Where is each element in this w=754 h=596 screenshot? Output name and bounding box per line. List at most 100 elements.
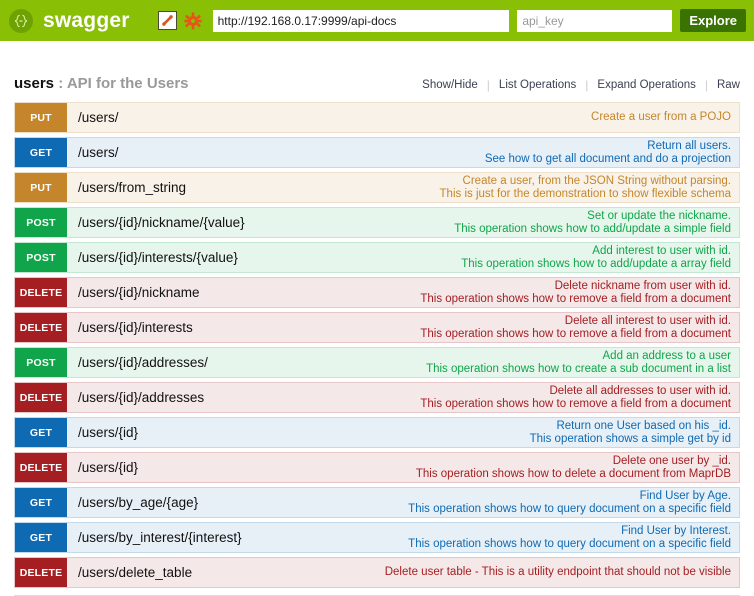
operation-row[interactable]: GET/users/by_age/{age} Find User by Age. T… (14, 487, 740, 518)
operation-method-badge: POST (15, 243, 67, 272)
operation-path[interactable]: /users/{id} (67, 453, 416, 482)
operation-description: Delete one user by _id. This operation sh… (416, 453, 739, 482)
gear-icon[interactable] (184, 11, 203, 30)
operation-path[interactable]: /users/ (67, 138, 485, 167)
operation-method-badge: DELETE (15, 383, 67, 412)
operation-row[interactable]: DELETE/users/{id}/nickname Delete nicknam… (14, 277, 740, 308)
header-icon-group (157, 11, 203, 30)
explore-button[interactable]: Explore (680, 9, 746, 32)
operation-summary: Delete nickname from user with id. (554, 279, 731, 292)
operation-path[interactable]: /users/{id}/addresses (67, 383, 420, 412)
operation-summary: Create a user from a POJO (591, 111, 731, 123)
operation-path[interactable]: /users/{id}/addresses/ (67, 348, 426, 377)
show-hide-link[interactable]: Show/Hide (422, 79, 478, 91)
marker-icon[interactable] (157, 11, 177, 30)
operation-method-badge: DELETE (15, 278, 67, 307)
operation-path[interactable]: /users/{id}/interests (67, 313, 420, 342)
operation-notes: This operation shows how to remove a fie… (420, 397, 731, 410)
operation-row[interactable]: PUT/users/from_string Create a user, from… (14, 172, 740, 203)
operation-summary: Return one User based on his _id. (556, 419, 731, 432)
operation-description: Delete user table - This is a utility en… (385, 558, 739, 587)
main-content: users : API for the Users Show/Hide | Li… (0, 41, 754, 596)
operation-path[interactable]: /users/{id}/nickname/{value} (67, 208, 454, 237)
operation-path[interactable]: /users/delete_table (67, 558, 385, 587)
operation-description: Find User by Interest. This operation sho… (408, 523, 739, 552)
operation-row[interactable]: DELETE/users/{id}/addresses Delete all ad… (14, 382, 740, 413)
api-key-input[interactable] (517, 9, 673, 32)
operation-summary: Delete one user by _id. (612, 454, 731, 467)
operation-description: Return all users. See how to get all docu… (485, 138, 739, 167)
operation-path[interactable]: /users/ (67, 103, 591, 132)
operation-description: Create a user, from the JSON String with… (440, 173, 739, 202)
option-separator: | (486, 78, 490, 92)
operation-summary: Set or update the nickname. (587, 209, 731, 222)
operation-method-badge: DELETE (15, 558, 67, 587)
operation-summary: Add an address to a user (602, 349, 732, 362)
resource-header: users : API for the Users Show/Hide | Li… (14, 41, 740, 100)
operation-path[interactable]: /users/{id} (67, 418, 530, 447)
api-docs-url-input[interactable] (212, 9, 510, 32)
operation-description: Add interest to user with id. This operat… (461, 243, 739, 272)
operation-path[interactable]: /users/by_age/{age} (67, 488, 408, 517)
operation-description: Delete nickname from user with id. This o… (420, 278, 739, 307)
operation-notes: This operation shows how to query docume… (408, 537, 731, 550)
operation-path[interactable]: /users/from_string (67, 173, 440, 202)
operation-method-badge: PUT (15, 173, 67, 202)
operation-path[interactable]: /users/by_interest/{interest} (67, 523, 408, 552)
operation-summary: Find User by Age. (639, 489, 731, 502)
operation-notes: See how to get all document and do a pro… (484, 152, 731, 165)
operation-description: Delete all interest to user with id. This… (420, 313, 739, 342)
operation-method-badge: PUT (15, 103, 67, 132)
operation-summary: Delete user table - This is a utility en… (384, 566, 731, 578)
operation-summary: Create a user, from the JSON String with… (462, 174, 731, 187)
resource-colon: : (54, 75, 67, 92)
operation-method-badge: DELETE (15, 313, 67, 342)
operation-row[interactable]: POST/users/{id}/addresses/Add an address… (14, 347, 740, 378)
operation-row[interactable]: GET/users/{id} Return one User based on h… (14, 417, 740, 448)
operation-notes: This operation shows how to remove a fie… (420, 327, 731, 340)
resource-title: users : API for the Users (14, 75, 189, 92)
operation-row[interactable]: DELETE/users/delete_table Delete user tab… (14, 557, 740, 588)
operation-description: Create a user from a POJO (591, 103, 739, 132)
option-separator: | (704, 78, 708, 92)
operation-notes: This operation shows a simple get by id (529, 432, 731, 445)
operation-summary: Return all users. (647, 139, 731, 152)
operation-row[interactable]: GET/users/by_interest/{interest} Find Use… (14, 522, 740, 553)
operation-notes: This operation shows how to add/update a… (461, 257, 731, 270)
operation-method-badge: GET (15, 138, 67, 167)
operation-notes: This operation shows how to add/update a… (454, 222, 731, 235)
brand[interactable]: swagger (9, 8, 130, 33)
operation-row[interactable]: DELETE/users/{id} Delete one user by _id.… (14, 452, 740, 483)
operation-method-badge: GET (15, 418, 67, 447)
operation-notes: This operation shows how to query docume… (408, 502, 731, 515)
raw-link[interactable]: Raw (717, 79, 740, 91)
operation-row[interactable]: PUT/users/Create a user from a POJO (14, 102, 740, 133)
operation-summary: Find User by Interest. (621, 524, 731, 537)
operation-path[interactable]: /users/{id}/interests/{value} (67, 243, 461, 272)
operations-list: PUT/users/Create a user from a POJO GET/u… (14, 102, 740, 588)
operation-row[interactable]: GET/users/Return all users. See how to ge… (14, 137, 740, 168)
list-operations-link[interactable]: List Operations (499, 79, 576, 91)
operation-path[interactable]: /users/{id}/nickname (67, 278, 420, 307)
operation-description: Return one User based on his _id. This op… (530, 418, 739, 447)
operation-summary: Add interest to user with id. (592, 244, 731, 257)
brand-name: swagger (43, 8, 130, 32)
operation-row[interactable]: DELETE/users/{id}/interests Delete all in… (14, 312, 740, 343)
operation-method-badge: POST (15, 208, 67, 237)
operation-method-badge: GET (15, 523, 67, 552)
operation-description: Delete all addresses to user with id. Thi… (420, 383, 739, 412)
resource-options: Show/Hide | List Operations | Expand Ope… (422, 78, 740, 92)
operation-description: Set or update the nickname. This operatio… (454, 208, 739, 237)
resource-description: API for the Users (66, 75, 189, 92)
operation-notes: This operation shows how to remove a fie… (420, 292, 731, 305)
resource-name[interactable]: users (14, 75, 54, 92)
operation-notes: This is just for the demonstration to sh… (439, 187, 731, 200)
operation-row[interactable]: POST/users/{id}/interests/{value} Add int… (14, 242, 740, 273)
expand-operations-link[interactable]: Expand Operations (597, 79, 695, 91)
option-separator: | (585, 78, 589, 92)
operation-row[interactable]: POST/users/{id}/nickname/{value} Set or u… (14, 207, 740, 238)
operation-method-badge: POST (15, 348, 67, 377)
operation-summary: Delete all interest to user with id. (564, 314, 731, 327)
operation-notes: This operation shows how to delete a doc… (415, 467, 731, 480)
operation-method-badge: DELETE (15, 453, 67, 482)
